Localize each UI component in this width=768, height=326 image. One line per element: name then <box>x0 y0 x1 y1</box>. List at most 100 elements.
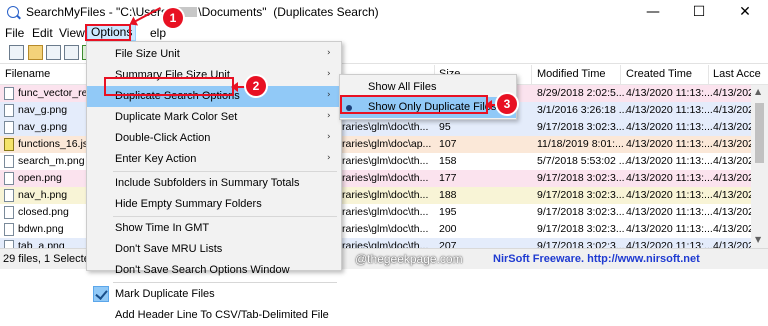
menu-item-label: Include Subfolders in Summary Totals <box>115 177 300 189</box>
image-file-icon <box>4 155 14 168</box>
save-icon[interactable] <box>46 45 61 60</box>
cell-filename: nav_h.png <box>18 189 68 201</box>
menu-edit[interactable]: Edit <box>32 26 53 40</box>
cell-created-time: 4/13/2020 11:13:... <box>626 189 713 201</box>
column-created-time[interactable]: Created Time <box>626 68 692 80</box>
scroll-thumb[interactable] <box>755 103 764 163</box>
cell-created-time: 4/13/2020 11:13:... <box>626 223 713 235</box>
checkmark-icon <box>93 286 109 302</box>
copy-icon[interactable] <box>64 45 79 60</box>
cell-filename: bdwn.png <box>18 223 64 235</box>
cell-created-time: 4/13/2020 11:13:... <box>626 104 713 116</box>
submenu-arrow-icon: › <box>327 48 331 58</box>
options-menu-item[interactable]: Don't Save MRU Lists <box>87 239 341 260</box>
menu-separator <box>113 216 337 217</box>
submenu-arrow-icon: › <box>327 69 331 79</box>
close-button[interactable]: ✕ <box>722 0 768 24</box>
cell-created-time: 4/13/2020 11:13:... <box>626 121 713 133</box>
menu-item-label: Don't Save Search Options Window <box>115 264 290 276</box>
vertical-scrollbar[interactable]: ▲ ▼ <box>751 85 768 248</box>
callout-badge-2: 2 <box>246 76 266 96</box>
cell-filename: open.png <box>18 172 62 184</box>
menu-item-label: File Size Unit <box>115 48 180 60</box>
menu-separator <box>113 171 337 172</box>
column-divider[interactable] <box>620 65 621 85</box>
cell-created-time: 4/13/2020 11:13:... <box>626 155 713 167</box>
menu-item-label: Don't Save MRU Lists <box>115 243 223 255</box>
options-menu-item[interactable]: Duplicate Mark Color Set › <box>87 107 341 128</box>
menu-item-label: Mark Duplicate Files <box>115 288 215 300</box>
options-highlight-box <box>85 24 131 41</box>
title-suffix: \Documents" (Duplicates Search) <box>198 5 379 19</box>
cell-modified-time: 3/1/2016 3:26:18 ... <box>537 104 628 116</box>
cell-modified-time: 8/29/2018 2:02:5... <box>537 87 625 99</box>
cell-filename: closed.png <box>18 206 69 218</box>
submenu-arrow-icon: › <box>327 132 331 142</box>
cell-path: raries\glm\doc\th... <box>342 189 429 201</box>
cell-path: raries\glm\doc\ap... <box>342 138 432 150</box>
options-menu-item[interactable]: Don't Save Search Options Window <box>87 260 341 281</box>
image-file-icon <box>4 189 14 202</box>
show-duplicates-highlight-box <box>340 95 488 114</box>
open-folder-icon[interactable] <box>28 45 43 60</box>
options-menu-item[interactable]: Add Header Line To CSV/Tab-Delimited Fil… <box>87 305 341 326</box>
image-file-icon <box>4 223 14 236</box>
options-menu-item[interactable]: Hide Empty Summary Folders <box>87 194 341 215</box>
scroll-up-icon[interactable]: ▲ <box>755 87 761 96</box>
menu-view[interactable]: View <box>59 26 85 40</box>
menu-item-label: Double-Click Action <box>115 132 211 144</box>
image-file-icon <box>4 172 14 185</box>
menu-item-label: Show All Files <box>368 81 437 93</box>
cell-modified-time: 11/18/2019 8:01:... <box>537 138 624 150</box>
options-menu-item[interactable]: Include Subfolders in Summary Totals <box>87 173 341 194</box>
menu-help[interactable]: elp <box>150 26 166 40</box>
cell-path: raries\glm\doc\th... <box>342 223 429 235</box>
image-file-icon <box>4 104 14 117</box>
options-menu: File Size Unit › Summary File Size Unit › Du… <box>86 41 342 321</box>
cell-filename: nav_g.png <box>18 121 68 133</box>
cell-size: 188 <box>439 189 457 201</box>
nirsoft-link[interactable]: NirSoft Freeware. http://www.nirsoft.net <box>493 253 700 265</box>
title-bar: SearchMyFiles - "C:\Users\ \Documents" (D… <box>0 0 768 24</box>
options-menu-item[interactable]: Double-Click Action › <box>87 128 341 149</box>
cell-path: raries\glm\doc\th... <box>342 172 429 184</box>
options-menu-item[interactable]: File Size Unit › <box>87 44 341 65</box>
cell-modified-time: 9/17/2018 3:02:3... <box>537 206 625 218</box>
cell-size: 158 <box>439 155 457 167</box>
column-modified-time[interactable]: Modified Time <box>537 68 605 80</box>
cell-size: 177 <box>439 172 457 184</box>
menu-file[interactable]: File <box>5 26 24 40</box>
cell-size: 200 <box>439 223 457 235</box>
column-filename[interactable]: Filename <box>5 68 50 80</box>
menu-item-label: Enter Key Action <box>115 153 197 165</box>
column-last-access[interactable]: Last Acce <box>713 68 761 80</box>
maximize-button[interactable]: ☐ <box>676 0 722 24</box>
window-title: SearchMyFiles - "C:\Users\ \Documents" (D… <box>26 5 379 19</box>
options-menu-item[interactable]: Enter Key Action › <box>87 149 341 170</box>
minimize-button[interactable]: — <box>630 0 676 24</box>
cell-filename: nav_g.png <box>18 104 68 116</box>
image-file-icon <box>4 87 14 100</box>
js-file-icon <box>4 138 14 151</box>
submenu-arrow-icon: › <box>327 90 331 100</box>
image-file-icon <box>4 121 14 134</box>
cell-size: 95 <box>439 121 451 133</box>
callout-badge-1: 1 <box>163 8 183 28</box>
submenu-arrow-icon: › <box>327 153 331 163</box>
scroll-down-icon[interactable]: ▼ <box>755 235 761 244</box>
cell-filename: functions_16.js <box>18 138 89 150</box>
column-divider[interactable] <box>531 65 532 85</box>
menu-separator <box>113 282 337 283</box>
cell-filename: search_m.png <box>18 155 85 167</box>
cell-modified-time: 9/17/2018 3:02:3... <box>537 172 625 184</box>
options-menu-item[interactable]: Mark Duplicate Files <box>87 284 341 305</box>
callout-arrow-icon <box>231 82 246 92</box>
menu-item-label: Hide Empty Summary Folders <box>115 198 262 210</box>
new-search-icon[interactable] <box>9 45 24 60</box>
cell-created-time: 4/13/2020 11:13:... <box>626 87 713 99</box>
cell-created-time: 4/13/2020 11:13:... <box>626 206 713 218</box>
options-menu-item[interactable]: Show Time In GMT <box>87 218 341 239</box>
column-divider[interactable] <box>708 65 709 85</box>
callout-badge-3: 3 <box>497 94 517 114</box>
cell-path: raries\glm\doc\th... <box>342 121 429 133</box>
